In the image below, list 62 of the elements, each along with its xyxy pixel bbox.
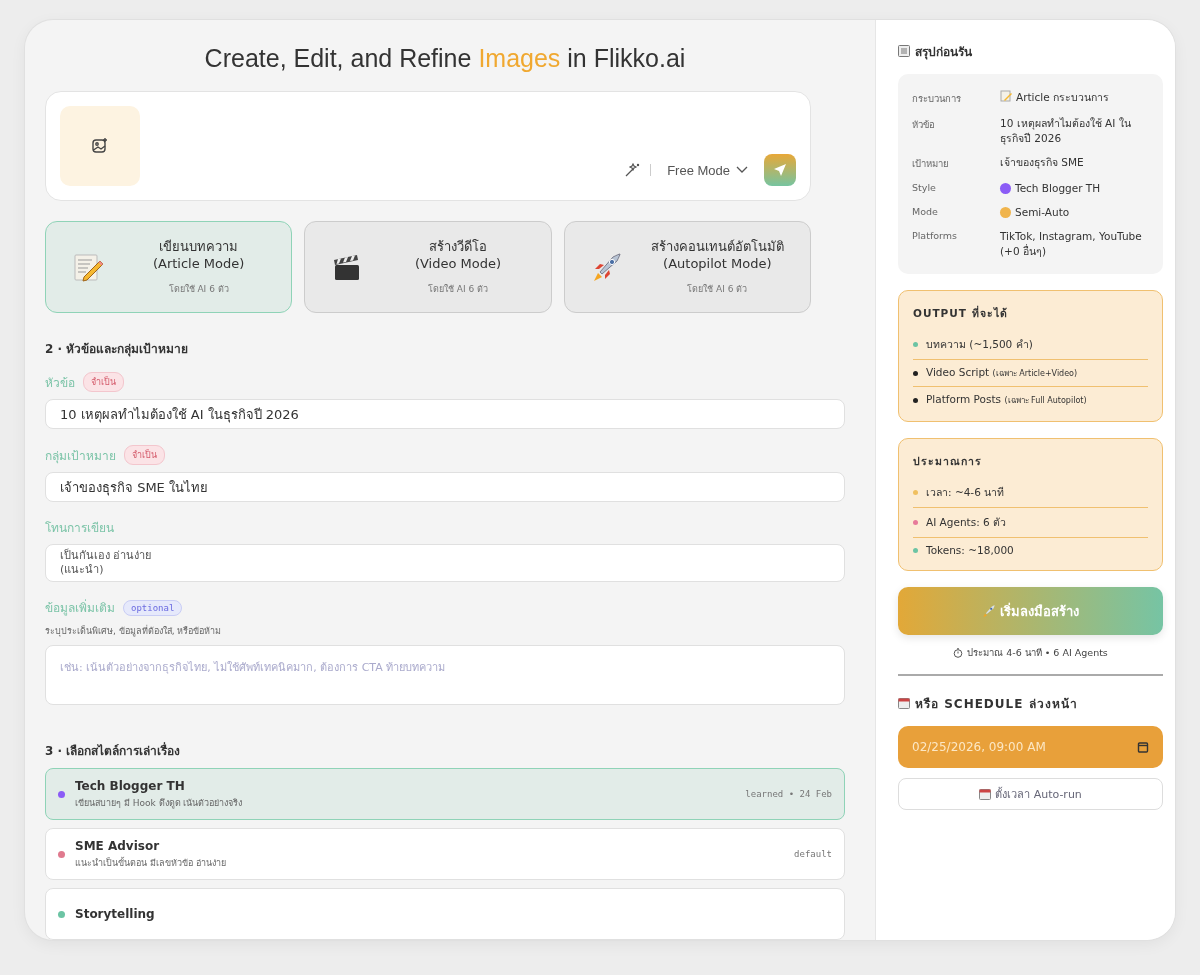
chevron-down-icon bbox=[736, 166, 748, 174]
summary-value: Tech Blogger TH bbox=[1015, 181, 1101, 196]
image-upload-button[interactable] bbox=[60, 106, 140, 186]
summary-value: Article กระบวนการ bbox=[1016, 90, 1110, 105]
list-item: Video Script (เฉพาะ Article+Video) bbox=[926, 366, 1078, 380]
send-icon bbox=[772, 162, 788, 178]
datetime-value: 02/25/2026, 09:00 AM bbox=[912, 740, 1046, 754]
notes-textarea[interactable]: เช่น: เน้นตัวอย่างจากธุรกิจไทย, ไม่ใช้ศัพท์เทคนิคมาก, ต้องการ CTA ท้ายบทความ bbox=[45, 645, 845, 705]
summary-value: เจ้าของธุรกิจ SME bbox=[1000, 155, 1084, 170]
mode-card[interactable]: สร้างวีดีโอ (Video Mode) โดยใช้ AI 6 ตัว bbox=[304, 221, 552, 313]
field-label: โทนการเขียน bbox=[45, 520, 114, 538]
notepad-pencil-icon bbox=[72, 251, 104, 283]
summary-title: สรุปก่อนรัน bbox=[915, 43, 972, 61]
optional-badge: optional bbox=[123, 599, 183, 616]
summary-label: Style bbox=[912, 181, 937, 195]
calendar-icon bbox=[1137, 741, 1149, 753]
list-item: AI Agents: 6 ตัว bbox=[926, 515, 1007, 530]
style-option[interactable]: Tech Blogger TH เขียนสบายๆ มี Hook ดึงดูด เน้นตัวอย่างจริง learned • 24 Feb bbox=[45, 768, 845, 820]
page-title: Create, Edit, and Refine Images in Flikko.ai bbox=[203, 44, 687, 73]
notepad-icon bbox=[898, 45, 910, 57]
list-item: บทความ (~1,500 คำ) bbox=[926, 337, 1033, 352]
rocket-icon bbox=[982, 604, 996, 618]
mode-card[interactable]: สร้างคอนเทนต์อัตโนมัติ (Autopilot Mode) โดยใช้ AI 6 ตัว bbox=[563, 221, 811, 313]
stopwatch-icon bbox=[953, 647, 964, 658]
field-label: ข้อมูลเพิ่มเติม bbox=[45, 598, 115, 618]
summary-value: Semi-Auto bbox=[1015, 205, 1070, 220]
card-title: ประมาณการ bbox=[913, 454, 983, 469]
send-button[interactable] bbox=[764, 154, 796, 186]
style-option[interactable]: Storytelling bbox=[45, 888, 845, 940]
summary-label: เป้าหมาย bbox=[912, 157, 950, 171]
auto-run-button[interactable]: ตั้งเวลา Auto-run bbox=[898, 778, 1163, 810]
list-item: Tokens: ~18,000 bbox=[926, 544, 1014, 556]
summary-label: หัวข้อ bbox=[912, 118, 936, 132]
image-add-icon bbox=[91, 137, 109, 155]
list-item: Platform Posts (เฉพาะ Full Autopilot) bbox=[926, 393, 1087, 407]
summary-value: 10 เหตุผลทำไมต้องใช้ AI ในธุรกิจปี 2026 bbox=[1000, 116, 1132, 146]
input-field[interactable]: 10 เหตุผลทำไมต้องใช้ AI ในธุรกิจปี 2026 bbox=[45, 399, 845, 430]
summary-value: TikTok, Instagram, YouTube (+0 อื่นๆ) bbox=[1000, 229, 1143, 259]
summary-label: Platforms bbox=[912, 229, 958, 243]
card-title: OUTPUT ที่จะได้ bbox=[913, 305, 1009, 321]
mode-card[interactable]: เขียนบทความ (Article Mode) โดยใช้ AI 6 ตัว bbox=[45, 221, 293, 313]
summary-label: กระบวนการ bbox=[912, 92, 962, 106]
tone-select[interactable]: เป็นกันเอง อ่านง่าย (แนะนำ) bbox=[45, 544, 845, 583]
mode-dropdown[interactable]: Free Mode bbox=[661, 161, 754, 179]
field-hint: ระบุประเด็นพิเศษ, ข้อมูลที่ต้องใส่, หรือข้อห้าม bbox=[45, 624, 223, 639]
time-estimate: ประมาณ 4-6 นาที • 6 AI Agents bbox=[967, 646, 1108, 660]
schedule-title: หรือ SCHEDULE ล่วงหน้า bbox=[915, 695, 1078, 713]
field-label: กลุ่มเป้าหมาย bbox=[45, 447, 116, 465]
prompt-box[interactable]: Free Mode bbox=[45, 91, 811, 201]
calendar-icon bbox=[979, 788, 992, 800]
summary-label: Mode bbox=[912, 205, 939, 219]
field-label: หัวข้อ bbox=[45, 374, 75, 392]
calendar-icon bbox=[898, 697, 910, 709]
required-badge: จำเป็น bbox=[124, 445, 165, 466]
section-heading: 3 · เลือกสไตล์การเล่าเรื่อง bbox=[45, 741, 182, 760]
style-option[interactable]: SME Advisor แนะนำเป็นขั้นตอน มีเลขหัวข้อ อ่านง่าย default bbox=[45, 828, 845, 880]
required-badge: จำเป็น bbox=[83, 372, 124, 392]
magic-wand-icon[interactable] bbox=[624, 162, 641, 178]
notepad-pencil-icon bbox=[1000, 90, 1012, 102]
input-field[interactable]: เจ้าของธุรกิจ SME ในไทย bbox=[45, 472, 845, 503]
section-heading: 2 · หัวข้อและกลุ่มเป้าหมาย bbox=[45, 341, 190, 358]
list-item: เวลา: ~4-6 นาที bbox=[926, 485, 1005, 500]
